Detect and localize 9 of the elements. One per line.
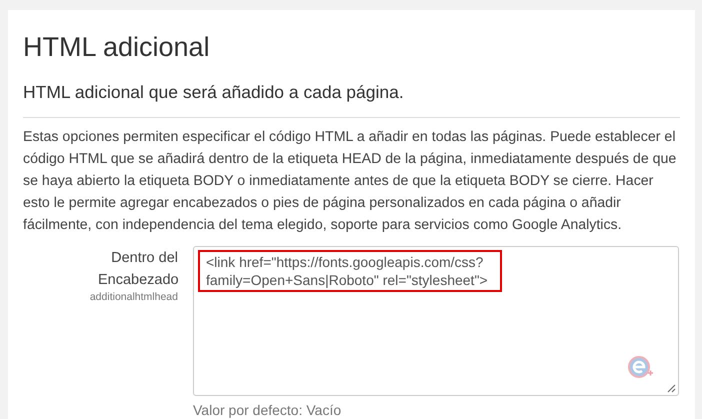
resize-grip-icon[interactable] (666, 383, 676, 393)
description-paragraph: Estas opciones permiten especificar el código HTML a añadir en todas las páginas. Puede establecer el código HTML que se añadirá dentro de la etiqueta HEAD de la página, inmediatamente después de que se haya abierto la etiqueta BODY o inmediatamente antes de que la etiqueta BODY se cierre. Hacer esto le permite agregar encabezados o pies de página personalizados en cada página o añadir fácilmente, con independencia del tema elegido, soporte para servicios como Google Analytics. (23, 128, 678, 235)
page-subtitle: HTML adicional que será añadido a cada página. (23, 82, 404, 103)
default-value-text: Valor por defecto: Vacío (193, 402, 342, 418)
setting-name: additionalhtmlhead (90, 291, 178, 303)
page-title: HTML adicional (23, 31, 210, 64)
setting-label: Dentro del Encabezado (98, 249, 178, 290)
html-textarea[interactable]: <link href="https://fonts.googleapis.com/css?family=Open+Sans|Roboto" rel="stylesheet"> (193, 246, 679, 396)
textarea-value: <link href="https://fonts.googleapis.com/css?family=Open+Sans|Roboto" rel="stylesheet"> (198, 250, 502, 292)
